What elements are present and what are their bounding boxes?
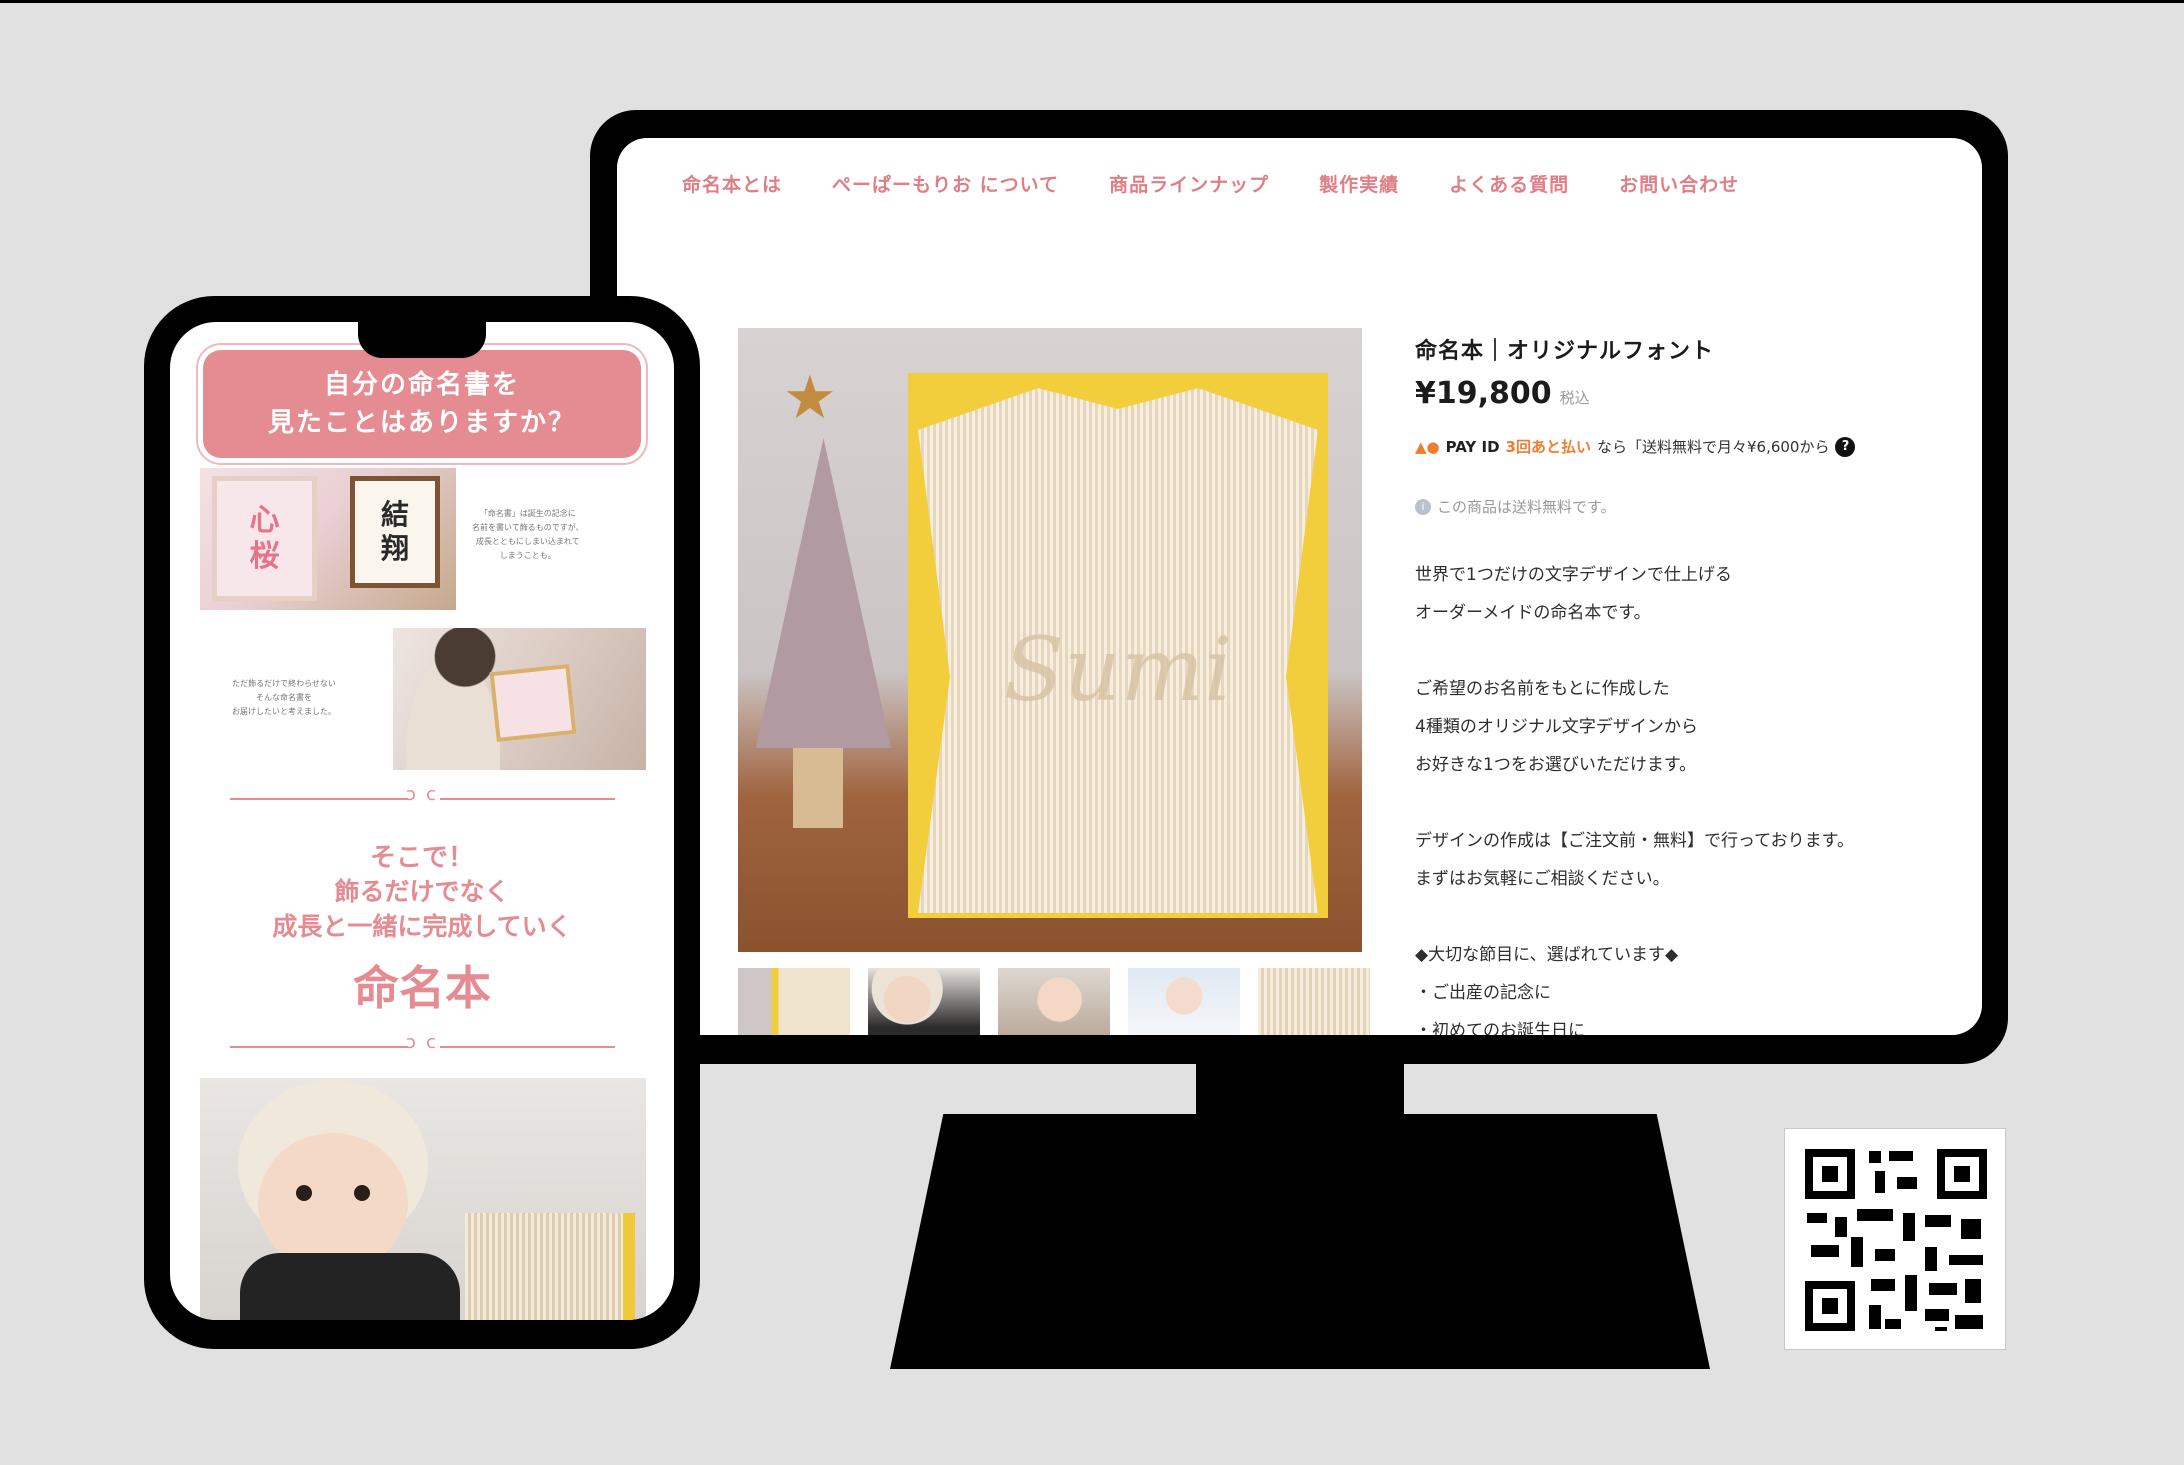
price-row: ¥19,800 税込 <box>1415 376 1590 411</box>
nav-item-faq[interactable]: よくある質問 <box>1449 170 1569 197</box>
thumbnail-2[interactable] <box>868 968 980 1035</box>
soko-title: 命名本 <box>353 961 491 1015</box>
note-line: 「命名書」は誕生の記念に <box>479 509 576 518</box>
description-line: デザインの作成は【ご注文前・無料】で行っております。 <box>1415 831 1854 851</box>
description-line <box>1415 632 1955 670</box>
naming-frames-photo: 心 桜 結 翔 <box>200 468 456 610</box>
global-nav: 命名本とは ぺーぱーもりお について 商品ラインナップ 製作実績 よくある質問 … <box>682 170 1739 197</box>
note-line: 名前を書いて飾るものですが、 <box>472 523 584 532</box>
pay-text: なら「送料無料で月々¥6,600から <box>1596 438 1830 456</box>
description-line: オーダーメイドの命名本です。 <box>1415 603 1651 623</box>
description-line: 世界で1つだけの文字デザインで仕上げる <box>1415 565 1732 585</box>
divider-line <box>230 798 408 800</box>
description-line: ◆大切な節目に、選ばれています◆ <box>1415 945 1679 965</box>
curl-icon: ↄ <box>406 784 416 805</box>
info-icon: i <box>1415 498 1431 515</box>
baby-face <box>258 1133 408 1273</box>
phone-notch <box>358 322 486 358</box>
mobile-page: 自分の命名書を 見たことはありますか？ 心 桜 結 翔 「命名書」は誕生の記念に… <box>170 322 674 1320</box>
ornament-divider: ↄ c <box>230 1034 615 1054</box>
folded-name-word: Sumi <box>1003 618 1233 721</box>
description-line: お好きな1つをお選びいただけます。 <box>1415 755 1697 775</box>
folded-book <box>465 1213 635 1320</box>
pink-name-frame: 心 桜 <box>212 476 317 601</box>
note-line: そんな命名書を <box>256 693 312 702</box>
curl-icon: ↄ <box>406 1032 416 1053</box>
wood-name-frame: 結 翔 <box>350 476 440 588</box>
monitor-neck <box>1196 1056 1404 1116</box>
description-line: 4種類のオリジナル文字デザインから <box>1415 717 1698 737</box>
divider-line <box>230 1046 408 1048</box>
description-line <box>1415 784 1955 822</box>
top-border <box>0 0 2184 3</box>
divider-line <box>440 1046 615 1048</box>
thumbnail-4[interactable] <box>1128 968 1240 1035</box>
tax-label: 税込 <box>1559 389 1590 407</box>
pay-highlight: 3回あと払い <box>1505 438 1591 456</box>
frame-char: 翔 <box>380 532 409 565</box>
star-icon: ★ <box>783 363 837 433</box>
product-price: ¥19,800 <box>1415 376 1552 411</box>
ornament-divider: ↄ c <box>230 786 615 806</box>
intro-note-1: 「命名書」は誕生の記念に 名前を書いて飾るものですが、 成長とともにしまい込まれ… <box>472 507 584 563</box>
divider-line <box>440 798 615 800</box>
frame-char: 心 <box>249 502 280 538</box>
monitor-stand <box>890 1114 1710 1369</box>
pay-brand: PAY ID <box>1445 437 1500 456</box>
baby-photo <box>200 1078 646 1320</box>
description-line: ・初めてのお誕生日に <box>1415 1021 1585 1035</box>
thumbnail-strip <box>738 968 1370 1035</box>
tree-trunk <box>793 748 843 828</box>
description-line: ・ご出産の記念に <box>1415 983 1551 1003</box>
soko-line: 飾るだけでなく <box>334 877 510 906</box>
help-icon[interactable]: ? <box>1835 436 1856 457</box>
qr-code[interactable] <box>1784 1128 2006 1350</box>
product-description: 世界で1つだけの文字デザインで仕上げる オーダーメイドの命名本です。 ご希望のお… <box>1415 556 1955 1035</box>
note-line: しまうことも。 <box>499 551 556 560</box>
intro-banner: 自分の命名書を 見たことはありますか？ <box>203 350 641 458</box>
thumbnail-5[interactable] <box>1258 968 1370 1035</box>
nav-item-company[interactable]: ぺーぱーもりお について <box>832 170 1059 197</box>
frame-char: 結 <box>380 498 409 531</box>
shipping-text: この商品は送料無料です。 <box>1437 498 1616 516</box>
frame-char: 桜 <box>249 538 280 574</box>
mother-holding-frame-photo <box>393 628 646 770</box>
qr-finder <box>1805 1281 1855 1331</box>
thumbnail-1[interactable] <box>738 968 850 1035</box>
note-line: お届けしたいと考えました。 <box>232 707 336 716</box>
note-line: ただ飾るだけで終わらせない <box>232 679 336 688</box>
thumbnail-3[interactable] <box>998 968 1110 1035</box>
payment-installment-row: ▲● PAY ID 3回あと払い なら「送料無料で月々¥6,600から ? <box>1415 436 1856 457</box>
tree-decoration <box>756 438 891 748</box>
held-frame <box>489 664 577 742</box>
baby-eye <box>354 1185 370 1201</box>
curl-icon: c <box>426 1032 436 1053</box>
product-main-image[interactable]: ★ Sumi <box>738 328 1362 952</box>
baby-eye <box>296 1185 312 1201</box>
shipping-note: i この商品は送料無料です。 <box>1415 496 1616 517</box>
baby-clothes <box>240 1253 460 1320</box>
nav-item-works[interactable]: 製作実績 <box>1319 170 1399 197</box>
desktop-page: 命名本とは ぺーぱーもりお について 商品ラインナップ 製作実績 よくある質問 … <box>617 138 1982 1035</box>
product-title: 命名本｜オリジナルフォント <box>1415 339 1715 364</box>
nav-item-about[interactable]: 命名本とは <box>682 170 782 197</box>
soko-lead: そこで！ <box>369 843 474 873</box>
banner-line: 自分の命名書を <box>323 370 520 400</box>
qr-finder <box>1937 1149 1987 1199</box>
intro-note-2: ただ飾るだけで終わらせない そんな命名書を お届けしたいと考えました。 <box>232 677 336 719</box>
pay-logo-icon: ▲● <box>1415 437 1440 456</box>
qr-finder <box>1805 1149 1855 1199</box>
description-line <box>1415 898 1955 936</box>
curl-icon: c <box>426 784 436 805</box>
note-line: 成長とともにしまい込まれて <box>475 537 580 546</box>
description-line: まずはお気軽にご相談ください。 <box>1415 869 1670 889</box>
soko-line: 成長と一緒に完成していく <box>272 912 572 941</box>
nav-item-lineup[interactable]: 商品ラインナップ <box>1109 170 1269 197</box>
banner-line: 見たことはありますか？ <box>267 408 576 438</box>
description-line: ご希望のお名前をもとに作成した <box>1415 679 1670 699</box>
nav-item-contact[interactable]: お問い合わせ <box>1619 170 1739 197</box>
